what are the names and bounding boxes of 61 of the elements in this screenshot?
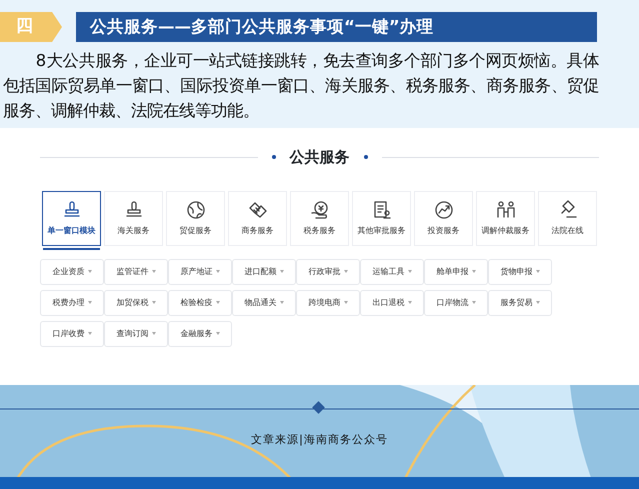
caret-icon	[472, 270, 476, 273]
filter-dropdown[interactable]: 物品通关	[232, 290, 296, 316]
filter-dropdown[interactable]: 运输工具	[360, 258, 424, 284]
filter-dropdown[interactable]: 口岸物流	[424, 290, 488, 316]
caret-icon	[216, 332, 220, 335]
caret-icon	[472, 301, 476, 304]
filter-dropdown[interactable]: 企业资质	[40, 258, 104, 284]
caret-icon	[88, 332, 92, 335]
document-stamp-icon	[372, 200, 392, 220]
intro-paragraph: 8大公共服务，企业可一站式链接跳转，免去查询多个部门多个网页烦恼。具体包括国际贸易单一窗口、国际投资单一窗口、海关服务、税务服务、商务服务、贸促服务、调解仲裁、法院在线等功能。	[3, 50, 599, 122]
service-tab[interactable]: 税务服务	[290, 190, 349, 246]
section-number-badge: 四	[0, 12, 62, 42]
filter-dropdown[interactable]: 出口退税	[360, 290, 424, 316]
service-tab[interactable]: 贸促服务	[166, 190, 225, 246]
people-icon	[496, 200, 516, 220]
caret-icon	[88, 301, 92, 304]
caret-icon	[216, 301, 220, 304]
stamp-icon	[62, 200, 82, 220]
service-tab[interactable]: 投资服务	[414, 190, 473, 246]
caret-icon	[536, 270, 540, 273]
filter-dropdown[interactable]: 加贸保税	[104, 290, 168, 316]
service-tab[interactable]: 法院在线	[538, 190, 597, 246]
filter-dropdown[interactable]: 行政审批	[296, 258, 360, 284]
service-tab[interactable]: 商务服务	[228, 190, 287, 246]
filter-dropdown[interactable]: 进口配额	[232, 258, 296, 284]
stamp-icon	[124, 200, 144, 220]
caret-icon	[88, 270, 92, 273]
section-title-banner: 公共服务——多部门公共服务事项“一键”办理	[76, 12, 597, 42]
service-tab[interactable]: 调解仲裁服务	[476, 190, 535, 246]
filter-dropdown[interactable]: 舱单申报	[424, 258, 488, 284]
chart-circle-icon	[434, 200, 454, 220]
caret-icon	[408, 270, 412, 273]
service-tab[interactable]: 其他审批服务	[352, 190, 411, 246]
dot-icon	[272, 155, 276, 160]
filter-dropdown[interactable]: 服务贸易	[488, 290, 552, 316]
caret-icon	[216, 270, 220, 273]
handshake-icon	[248, 200, 268, 220]
caret-icon	[344, 270, 348, 273]
panel-heading: 公共服务	[290, 147, 350, 168]
filter-dropdown[interactable]: 货物申报	[488, 258, 552, 284]
filter-dropdown[interactable]: 监管证件	[104, 258, 168, 284]
service-tab[interactable]: 海关服务	[104, 190, 163, 246]
coin-hand-icon	[310, 200, 330, 220]
filter-dropdown[interactable]: 原产地证	[168, 258, 232, 284]
filter-dropdown[interactable]: 查询订阅	[104, 320, 168, 346]
caret-icon	[152, 270, 156, 273]
caret-icon	[152, 301, 156, 304]
article-source-text: 文章来源|海南商务公众号	[251, 432, 388, 448]
caret-icon	[152, 332, 156, 335]
filter-dropdown[interactable]: 口岸收费	[40, 320, 104, 346]
caret-icon	[536, 301, 540, 304]
filter-dropdown[interactable]: 税费办理	[40, 290, 104, 316]
dot-icon	[364, 155, 368, 160]
caret-icon	[344, 301, 348, 304]
caret-icon	[408, 301, 412, 304]
caret-icon	[280, 270, 284, 273]
caret-icon	[280, 301, 284, 304]
filter-dropdown[interactable]: 跨境电商	[296, 290, 360, 316]
filter-dropdown[interactable]: 金融服务	[168, 320, 232, 346]
globe-icon	[186, 200, 206, 220]
filter-dropdown[interactable]: 检验检疫	[168, 290, 232, 316]
